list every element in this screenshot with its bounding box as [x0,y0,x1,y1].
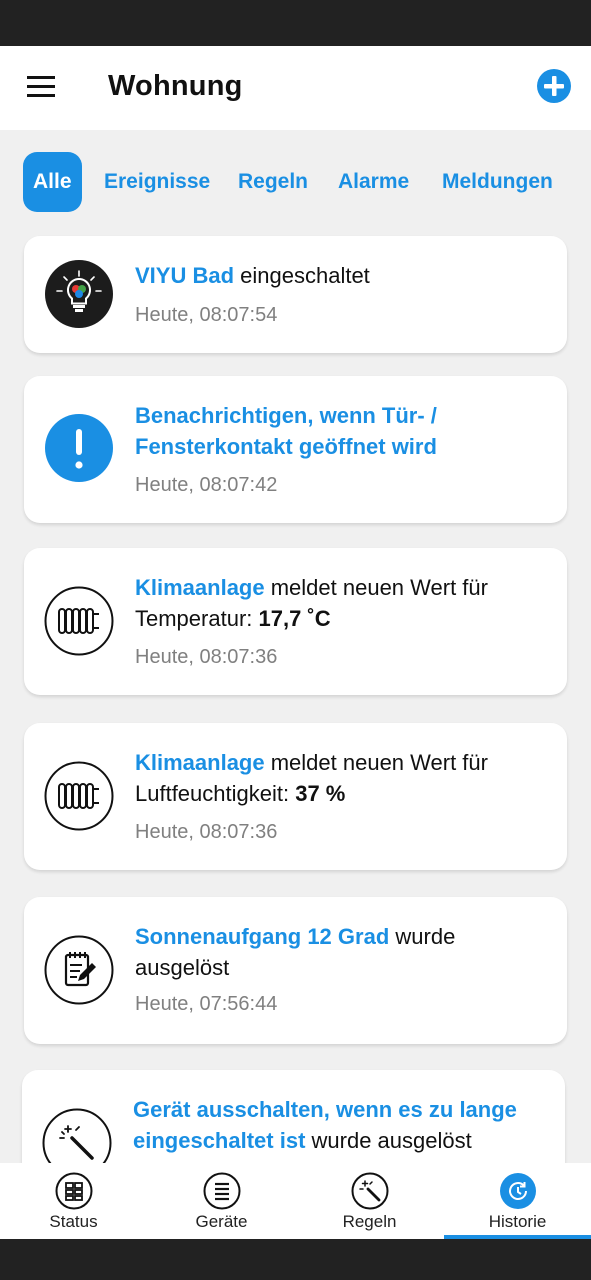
event-subject: VIYU Bad [135,263,235,288]
event-value: 17,7 ˚C [258,606,331,631]
history-icon [499,1172,537,1210]
magic-wand-icon [351,1172,389,1210]
tab-regeln[interactable]: Regeln [238,152,308,212]
event-subject: Benachrichtigen, wenn Tür- / Fensterkont… [135,403,437,459]
nav-regeln[interactable]: Regeln [296,1163,443,1239]
dashboard-icon [55,1172,93,1210]
app-bar: Wohnung [0,46,591,130]
hamburger-menu-icon[interactable] [24,72,60,102]
add-plus-icon[interactable] [536,68,572,104]
filter-tabs: Alle Ereignisse Regeln Alarme Meldungen [0,152,591,214]
system-status-bar [0,0,591,46]
history-event-card[interactable]: Klimaanlage meldet neuen Wert für Temper… [24,548,567,695]
event-timestamp: Heute, 08:07:36 [135,646,278,668]
history-event-card[interactable]: Benachrichtigen, wenn Tür- / Fensterkont… [24,376,567,523]
nav-label: Historie [488,1212,547,1231]
bottom-navigation: Status Geräte Regeln Historie [0,1163,591,1239]
nav-historie[interactable]: Historie [444,1163,591,1239]
nav-geraete[interactable]: Geräte [148,1163,295,1239]
exclamation-icon [44,413,114,483]
event-description: wurde ausgelöst [305,1128,472,1153]
nav-label: Regeln [342,1212,397,1231]
event-subject: Sonnenaufgang 12 Grad [135,924,390,949]
radiator-icon [44,586,114,656]
event-subject: Klimaanlage [135,750,265,775]
tab-meldungen[interactable]: Meldungen [442,152,553,212]
event-timestamp: Heute, 08:07:36 [135,821,278,843]
nav-status[interactable]: Status [0,1163,147,1239]
notepad-icon [44,935,114,1005]
event-subject: Klimaanlage [135,575,265,600]
tab-alarme[interactable]: Alarme [338,152,409,212]
tab-ereignisse[interactable]: Ereignisse [104,152,210,212]
tab-alle[interactable]: Alle [23,152,82,212]
page-title: Wohnung [108,70,243,102]
radiator-icon [44,761,114,831]
nav-label: Geräte [195,1212,248,1231]
event-timestamp: Heute, 08:07:42 [135,474,278,496]
color-bulb-icon [44,259,114,329]
event-timestamp: Heute, 07:56:44 [135,993,278,1015]
event-description: eingeschaltet [234,263,370,288]
event-timestamp: Heute, 08:07:54 [135,304,278,326]
system-navigation-bar [0,1239,591,1280]
nav-label: Status [49,1212,98,1231]
history-event-card[interactable]: Klimaanlage meldet neuen Wert für Luftfe… [24,723,567,870]
history-event-card[interactable]: Sonnenaufgang 12 Grad wurde ausgelöst He… [24,897,567,1044]
list-icon [203,1172,241,1210]
history-event-card[interactable]: VIYU Bad eingeschaltet Heute, 08:07:54 [24,236,567,353]
event-value: 37 % [295,781,346,806]
